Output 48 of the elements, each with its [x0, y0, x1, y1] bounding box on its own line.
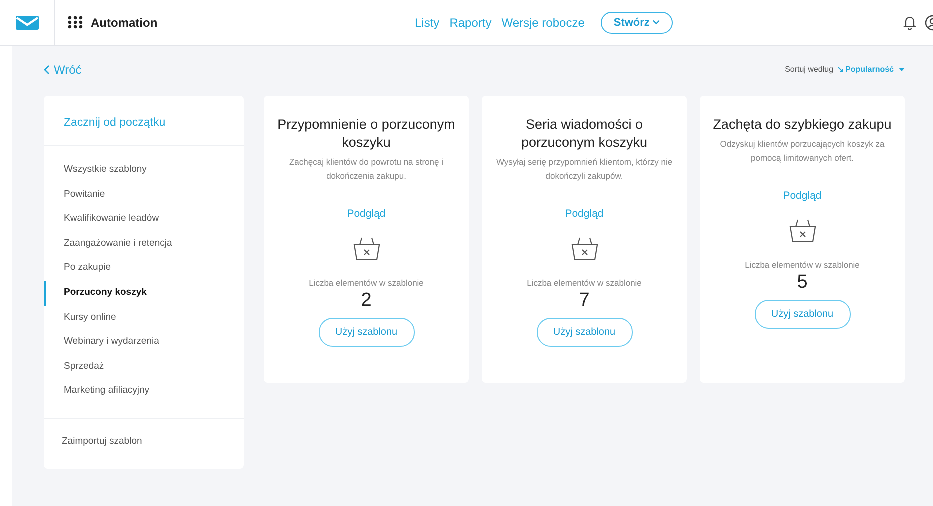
sidebar-item[interactable]: Webinary i wydarzenia: [44, 330, 244, 355]
element-count: 2: [361, 290, 372, 312]
nav-link[interactable]: Wersje robocze: [502, 14, 585, 32]
nav-link[interactable]: Raporty: [450, 14, 492, 32]
app-grid-icon[interactable]: [68, 16, 83, 29]
envelope-logo-icon[interactable]: [16, 16, 38, 30]
basket-cross-icon: [570, 236, 598, 261]
element-count-label: Liczba elementów w szablonie: [527, 276, 642, 290]
template-description: Wysyłaj serię przypomnień klientom, którzy nie dokończyli zakupów.: [495, 156, 674, 183]
template-title: Zachęta do szybkiego zakupu: [713, 116, 892, 134]
template-description: Odzyskuj klientów porzucających koszyk za pomocą limitowanych ofert.: [719, 138, 886, 165]
preview-link[interactable]: Podgląd: [565, 207, 604, 223]
sidebar-item[interactable]: Marketing afiliacyjny: [44, 379, 244, 404]
basket-cross-icon: [788, 218, 816, 243]
sidebar-item[interactable]: Zaangażowanie i retencja: [44, 232, 244, 256]
start-from-scratch-link[interactable]: Zacznij od początku: [64, 117, 166, 129]
use-template-button[interactable]: Użyj szablonu: [754, 300, 850, 328]
preview-link[interactable]: Podgląd: [783, 189, 822, 205]
chevron-down-icon: [653, 20, 660, 26]
sidebar-item[interactable]: Powitanie: [44, 182, 244, 208]
sidebar-item[interactable]: Wszystkie szablony: [44, 158, 244, 183]
sidebar-item[interactable]: Kursy online: [44, 306, 244, 330]
app-name: Automation: [91, 14, 158, 32]
caret-icon: [899, 68, 905, 72]
sidebar-item[interactable]: Po zakupie: [44, 256, 244, 281]
use-template-button[interactable]: Użyj szablonu: [536, 318, 632, 346]
chevron-left-icon: [44, 65, 50, 75]
sort-dropdown[interactable]: Popularność: [838, 64, 905, 76]
sidebar-item[interactable]: Porzucony koszyk: [44, 280, 244, 306]
template-description: Zachęcaj klientów do powrotu na stronę i dokończenia zakupu.: [288, 156, 445, 183]
import-template-link[interactable]: Zaimportuj szablon: [44, 418, 244, 466]
sidebar-item[interactable]: Kwalifikowanie leadów: [44, 207, 244, 232]
nav-link[interactable]: Listy: [415, 14, 440, 32]
create-button[interactable]: Stwórz: [600, 12, 673, 34]
element-count-label: Liczba elementów w szablonie: [745, 258, 860, 272]
preview-link[interactable]: Podgląd: [347, 207, 386, 223]
sort-label: Sortuj według: [785, 64, 834, 76]
element-count: 5: [797, 272, 808, 294]
template-title: Seria wiadomości o porzuconym koszyku: [520, 116, 649, 152]
template-title: Przypomnienie o porzuconym koszyku: [276, 116, 456, 152]
bell-icon[interactable]: [903, 15, 917, 30]
use-template-button[interactable]: Użyj szablonu: [318, 318, 414, 346]
element-count: 7: [579, 290, 590, 312]
sort-arrow-icon: [838, 67, 844, 73]
basket-cross-icon: [352, 236, 380, 261]
back-link[interactable]: Wróć: [44, 61, 82, 79]
sidebar-item[interactable]: Sprzedaż: [44, 354, 244, 380]
element-count-label: Liczba elementów w szablonie: [309, 276, 424, 290]
